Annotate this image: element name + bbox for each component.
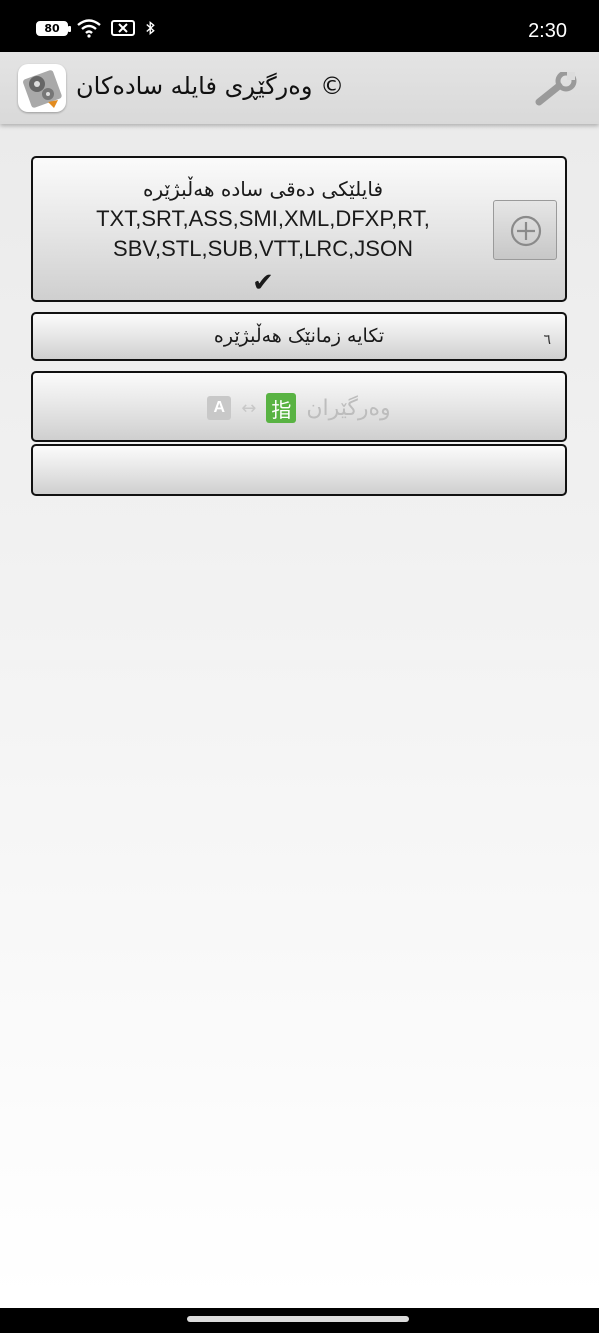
language-picker-label: تکایە زمانێک هەڵبژێرە <box>213 325 385 347</box>
no-sim-icon <box>111 20 135 36</box>
battery-icon: 80 <box>36 20 71 36</box>
app-bar: وەرگێڕی فایلە سادەکان © <box>0 52 599 124</box>
clock: 2:30 <box>528 20 567 42</box>
language-picker[interactable]: تکایە زمانێک هەڵبژێرە ٦ <box>31 312 567 361</box>
add-file-button[interactable] <box>493 200 557 260</box>
wifi-icon <box>77 19 101 38</box>
kanji-icon: 指 <box>266 393 297 423</box>
swap-arrow-icon: ↔ <box>241 397 257 419</box>
letter-a-icon: A <box>207 396 232 420</box>
file-picker-button[interactable]: فایلێکی دەقی سادە هەڵبژێرە TXT,SRT,ASS,S… <box>31 156 567 302</box>
dropdown-corner-icon: ٦ <box>543 332 551 348</box>
navigation-bar <box>0 1308 599 1333</box>
status-icons: 80 <box>36 18 162 38</box>
wrench-icon[interactable] <box>533 72 579 106</box>
bluetooth-icon <box>146 21 155 35</box>
translate-label: وەرگێران <box>306 395 391 421</box>
home-gesture-handle[interactable] <box>187 1316 409 1322</box>
supported-formats: TXT,SRT,ASS,SMI,XML,DFXP,RT,SBV,STL,SUB,… <box>96 206 430 261</box>
translate-content: A ↔ 指 وەرگێران <box>33 393 565 423</box>
app-title: وەرگێڕی فایلە سادەکان © <box>76 72 345 100</box>
plus-circle-icon <box>510 215 542 247</box>
empty-button[interactable] <box>31 444 567 496</box>
status-bar: 80 2:30 <box>0 0 599 52</box>
gears-app-icon <box>18 64 66 112</box>
translate-button[interactable]: A ↔ 指 وەرگێران <box>31 371 567 442</box>
file-picker-text: فایلێکی دەقی سادە هەڵبژێرە TXT,SRT,ASS,S… <box>93 174 433 298</box>
file-picker-heading: فایلێکی دەقی سادە هەڵبژێرە <box>142 177 384 201</box>
check-mark-icon: ✔ <box>252 267 274 297</box>
